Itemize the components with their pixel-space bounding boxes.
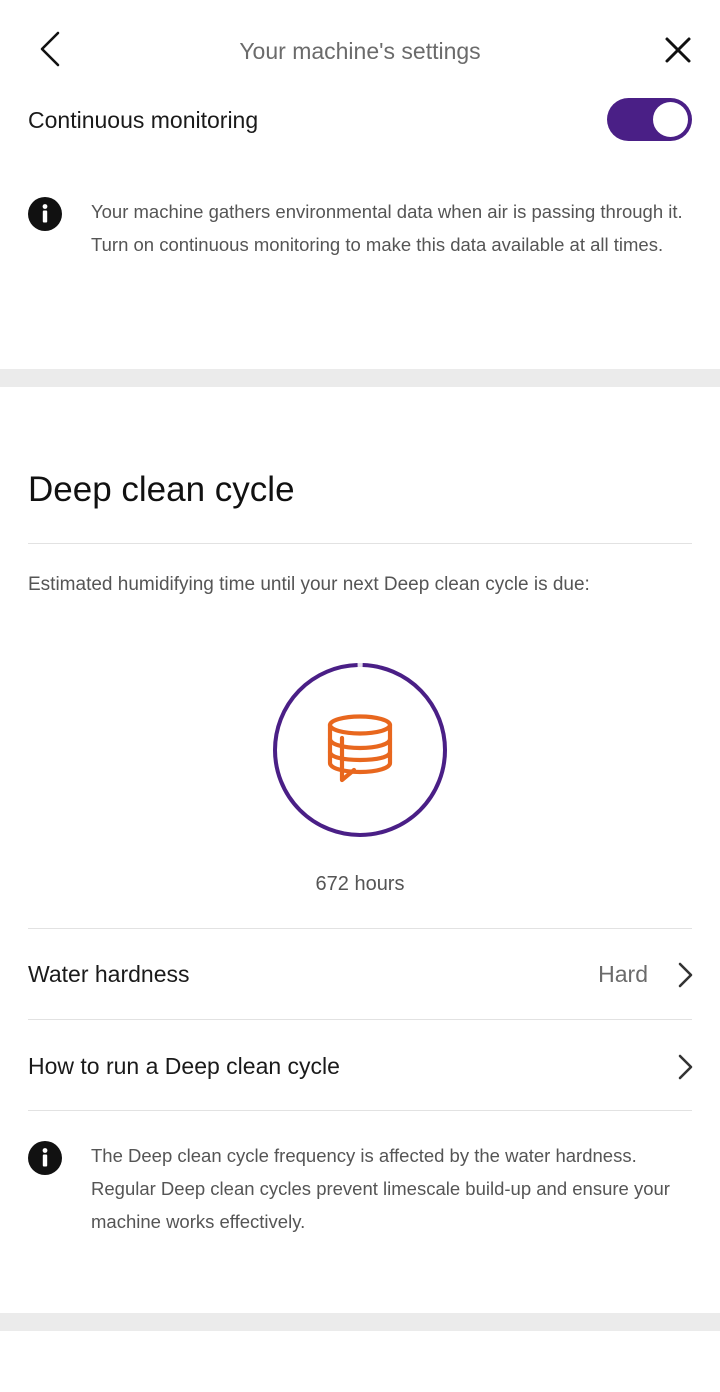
humidifier-tank-icon (324, 712, 396, 786)
water-hardness-label: Water hardness (28, 961, 190, 987)
water-hardness-info-text: The Deep clean cycle frequency is affect… (91, 1145, 670, 1232)
info-icon (28, 197, 62, 231)
section-divider-band (0, 369, 720, 387)
water-hardness-row[interactable]: Water hardness Hard (0, 929, 720, 1019)
continuous-monitoring-toggle[interactable] (607, 98, 692, 141)
close-icon (665, 37, 691, 63)
chevron-right-icon (678, 962, 693, 988)
close-button[interactable] (658, 30, 698, 70)
info-icon (28, 1141, 62, 1175)
continuous-monitoring-label: Continuous monitoring (28, 107, 259, 133)
page-title: Your machine's settings (239, 38, 481, 64)
deep-clean-subtitle: Estimated humidifying time until your ne… (28, 574, 590, 595)
toggle-knob (653, 102, 688, 137)
hours-remaining: 672 hours (315, 873, 405, 895)
water-hardness-value: Hard (598, 961, 648, 987)
how-to-run-label: How to run a Deep clean cycle (28, 1053, 340, 1079)
divider (28, 1110, 692, 1111)
divider (28, 543, 692, 544)
section-divider-band (0, 1313, 720, 1331)
chevron-right-icon (678, 1054, 693, 1080)
how-to-run-deep-clean-row[interactable]: How to run a Deep clean cycle (0, 1020, 720, 1110)
monitoring-info-text: Your machine gathers environmental data … (91, 201, 683, 255)
deep-clean-title: Deep clean cycle (28, 470, 295, 509)
